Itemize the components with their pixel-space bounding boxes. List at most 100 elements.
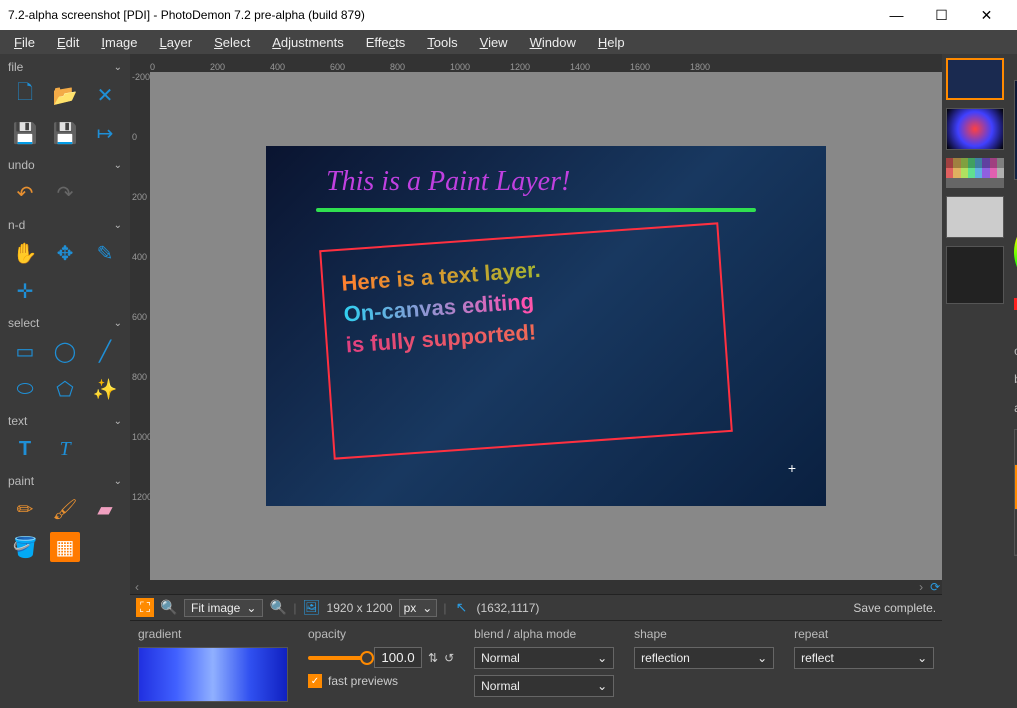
- menu-layer[interactable]: Layer: [150, 32, 203, 53]
- new-file-icon[interactable]: 🗋: [10, 80, 40, 110]
- minimize-button[interactable]: —: [874, 1, 919, 29]
- status-bar: ⛶ 🔍 Fit image⌄ 🔍 | 🖼 1920 x 1200 px⌄ | ↖…: [130, 594, 942, 620]
- chevron-down-icon: ⌄: [114, 318, 122, 329]
- center-area: 020040060080010001200140016001800 -20002…: [130, 54, 942, 708]
- scroll-left-icon[interactable]: ‹: [130, 580, 144, 594]
- menu-file[interactable]: File: [4, 32, 45, 53]
- opacity-input[interactable]: [374, 647, 422, 668]
- chevron-down-icon: ⌄: [114, 416, 122, 427]
- shape-select[interactable]: reflection⌄: [634, 647, 774, 669]
- color-selector-header[interactable]: ⋮⋮ color selector ⌄: [1008, 184, 1017, 206]
- repeat-select[interactable]: reflect⌄: [794, 647, 934, 669]
- toolbox-select-header[interactable]: select⌄: [4, 314, 126, 332]
- repeat-label: repeat: [794, 627, 934, 641]
- menu-select[interactable]: Select: [204, 32, 260, 53]
- gradient-label: gradient: [138, 627, 288, 641]
- toolbox-text-header[interactable]: text⌄: [4, 412, 126, 430]
- menu-help[interactable]: Help: [588, 32, 635, 53]
- undo-icon[interactable]: ↶: [10, 178, 40, 208]
- menu-window[interactable]: Window: [520, 32, 586, 53]
- chevron-down-icon: ⌄: [597, 679, 607, 693]
- ruler-vertical: -200020040060080010001200: [130, 72, 150, 580]
- hand-tool-icon[interactable]: ✋: [10, 238, 40, 268]
- save-icon[interactable]: 💾: [10, 118, 40, 148]
- close-button[interactable]: ✕: [964, 1, 1009, 29]
- chevron-down-icon: ⌄: [114, 476, 122, 487]
- scroll-right-icon[interactable]: ›: [914, 580, 928, 594]
- paint-layer-text: This is a Paint Layer!: [326, 166, 570, 198]
- text-typography-icon[interactable]: T: [50, 434, 80, 464]
- image-dimensions: 1920 x 1200: [327, 601, 393, 615]
- measure-tool-icon[interactable]: ✛: [10, 276, 40, 306]
- menu-adjustments[interactable]: Adjustments: [262, 32, 354, 53]
- scroll-sync-icon[interactable]: ⟳: [928, 580, 942, 594]
- chevron-down-icon: ⌄: [597, 651, 607, 665]
- maximize-button[interactable]: ☐: [919, 1, 964, 29]
- gradient-preview[interactable]: [138, 647, 288, 702]
- wand-select-icon[interactable]: ✨: [90, 374, 120, 404]
- pencil-icon[interactable]: ✏: [10, 494, 40, 524]
- cursor-crosshair-icon: +: [788, 460, 796, 476]
- fast-previews-checkbox[interactable]: ✓ fast previews: [308, 674, 454, 688]
- menu-image[interactable]: Image: [91, 32, 147, 53]
- shape-label: shape: [634, 627, 774, 641]
- text-basic-icon[interactable]: T: [10, 434, 40, 464]
- text-layer-box[interactable]: Here is a text layer. On-canvas editing …: [319, 222, 733, 459]
- horizontal-scrollbar[interactable]: ‹ › ⟳: [130, 580, 942, 594]
- alpha-mode-select[interactable]: Normal⌄: [474, 675, 614, 697]
- overview-panel-header[interactable]: ⋮⋮ overview ⌄: [1008, 54, 1017, 76]
- toolbox-nd-header[interactable]: n-d⌄: [4, 216, 126, 234]
- toolbox-undo-header[interactable]: undo⌄: [4, 156, 126, 174]
- doc-thumb-2[interactable]: [946, 108, 1004, 150]
- chevron-down-icon: ⌄: [246, 601, 256, 615]
- layers-panel-header[interactable]: ⋮⋮ layers ⌄: [1008, 314, 1017, 336]
- status-message: Save complete.: [853, 601, 936, 615]
- open-file-icon[interactable]: 📂: [50, 80, 80, 110]
- canvas-image[interactable]: This is a Paint Layer! Here is a text la…: [266, 146, 826, 506]
- save-copy-icon[interactable]: 💾: [50, 118, 80, 148]
- lasso-select-icon[interactable]: ⬭: [10, 374, 40, 404]
- cursor-coords: (1632,1117): [476, 601, 539, 615]
- export-icon[interactable]: ↦: [90, 118, 120, 148]
- zoom-in-icon[interactable]: 🔍: [269, 599, 287, 616]
- zoom-select[interactable]: Fit image⌄: [184, 599, 263, 617]
- doc-thumb-5[interactable]: [946, 246, 1004, 304]
- unit-select[interactable]: px⌄: [399, 599, 438, 617]
- poly-select-icon[interactable]: ⬠: [50, 374, 80, 404]
- doc-thumb-4[interactable]: [946, 196, 1004, 238]
- canvas-viewport[interactable]: This is a Paint Layer! Here is a text la…: [150, 72, 942, 580]
- menu-tools[interactable]: Tools: [417, 32, 467, 53]
- brush-icon[interactable]: 🖌: [50, 494, 80, 524]
- eyedropper-icon[interactable]: ✎: [90, 238, 120, 268]
- blend-mode-select[interactable]: Normal⌄: [474, 647, 614, 669]
- opacity-stepper-icon[interactable]: ⇅: [428, 651, 438, 665]
- right-panels: ⋮⋮ overview ⌄ This is a Paint Layer! Her…: [1008, 54, 1017, 708]
- cursor-icon: ↖: [452, 599, 470, 616]
- zoom-fit-icon[interactable]: ⛶: [136, 598, 154, 617]
- toolbox: file⌄ 🗋 📂 ✕ 💾 💾 ↦ undo⌄ ↶ ↷ n-d⌄ ✋: [0, 54, 130, 708]
- toolbox-paint-header[interactable]: paint⌄: [4, 472, 126, 490]
- redo-icon[interactable]: ↷: [50, 178, 80, 208]
- ellipse-select-icon[interactable]: ◯: [50, 336, 80, 366]
- zoom-out-icon[interactable]: 🔍: [160, 599, 178, 616]
- doc-thumb-3[interactable]: [946, 158, 1004, 188]
- eraser-icon[interactable]: ▰: [90, 494, 120, 524]
- opacity-reset-icon[interactable]: ↺: [444, 651, 454, 665]
- menu-effects[interactable]: Effects: [356, 32, 416, 53]
- color-swatches[interactable]: •••: [1008, 298, 1017, 314]
- menu-edit[interactable]: Edit: [47, 32, 89, 53]
- checkbox-checked-icon: ✓: [308, 674, 322, 688]
- fill-icon[interactable]: 🪣: [10, 532, 40, 562]
- rect-select-icon[interactable]: ▭: [10, 336, 40, 366]
- opacity-slider[interactable]: [308, 656, 368, 660]
- tool-options-bar: gradient opacity ⇅ ↺ ✓ fast previews ble…: [130, 620, 942, 708]
- line-select-icon[interactable]: ╱: [90, 336, 120, 366]
- chevron-down-icon: ⌄: [917, 651, 927, 665]
- close-file-icon[interactable]: ✕: [90, 80, 120, 110]
- toolbox-file-header[interactable]: file⌄: [4, 58, 126, 76]
- doc-thumb-1[interactable]: [946, 58, 1004, 100]
- move-tool-icon[interactable]: ✥: [50, 238, 80, 268]
- window-title: 7.2-alpha screenshot [PDI] - PhotoDemon …: [8, 8, 874, 22]
- gradient-tool-icon[interactable]: ▦: [50, 532, 80, 562]
- menu-view[interactable]: View: [470, 32, 518, 53]
